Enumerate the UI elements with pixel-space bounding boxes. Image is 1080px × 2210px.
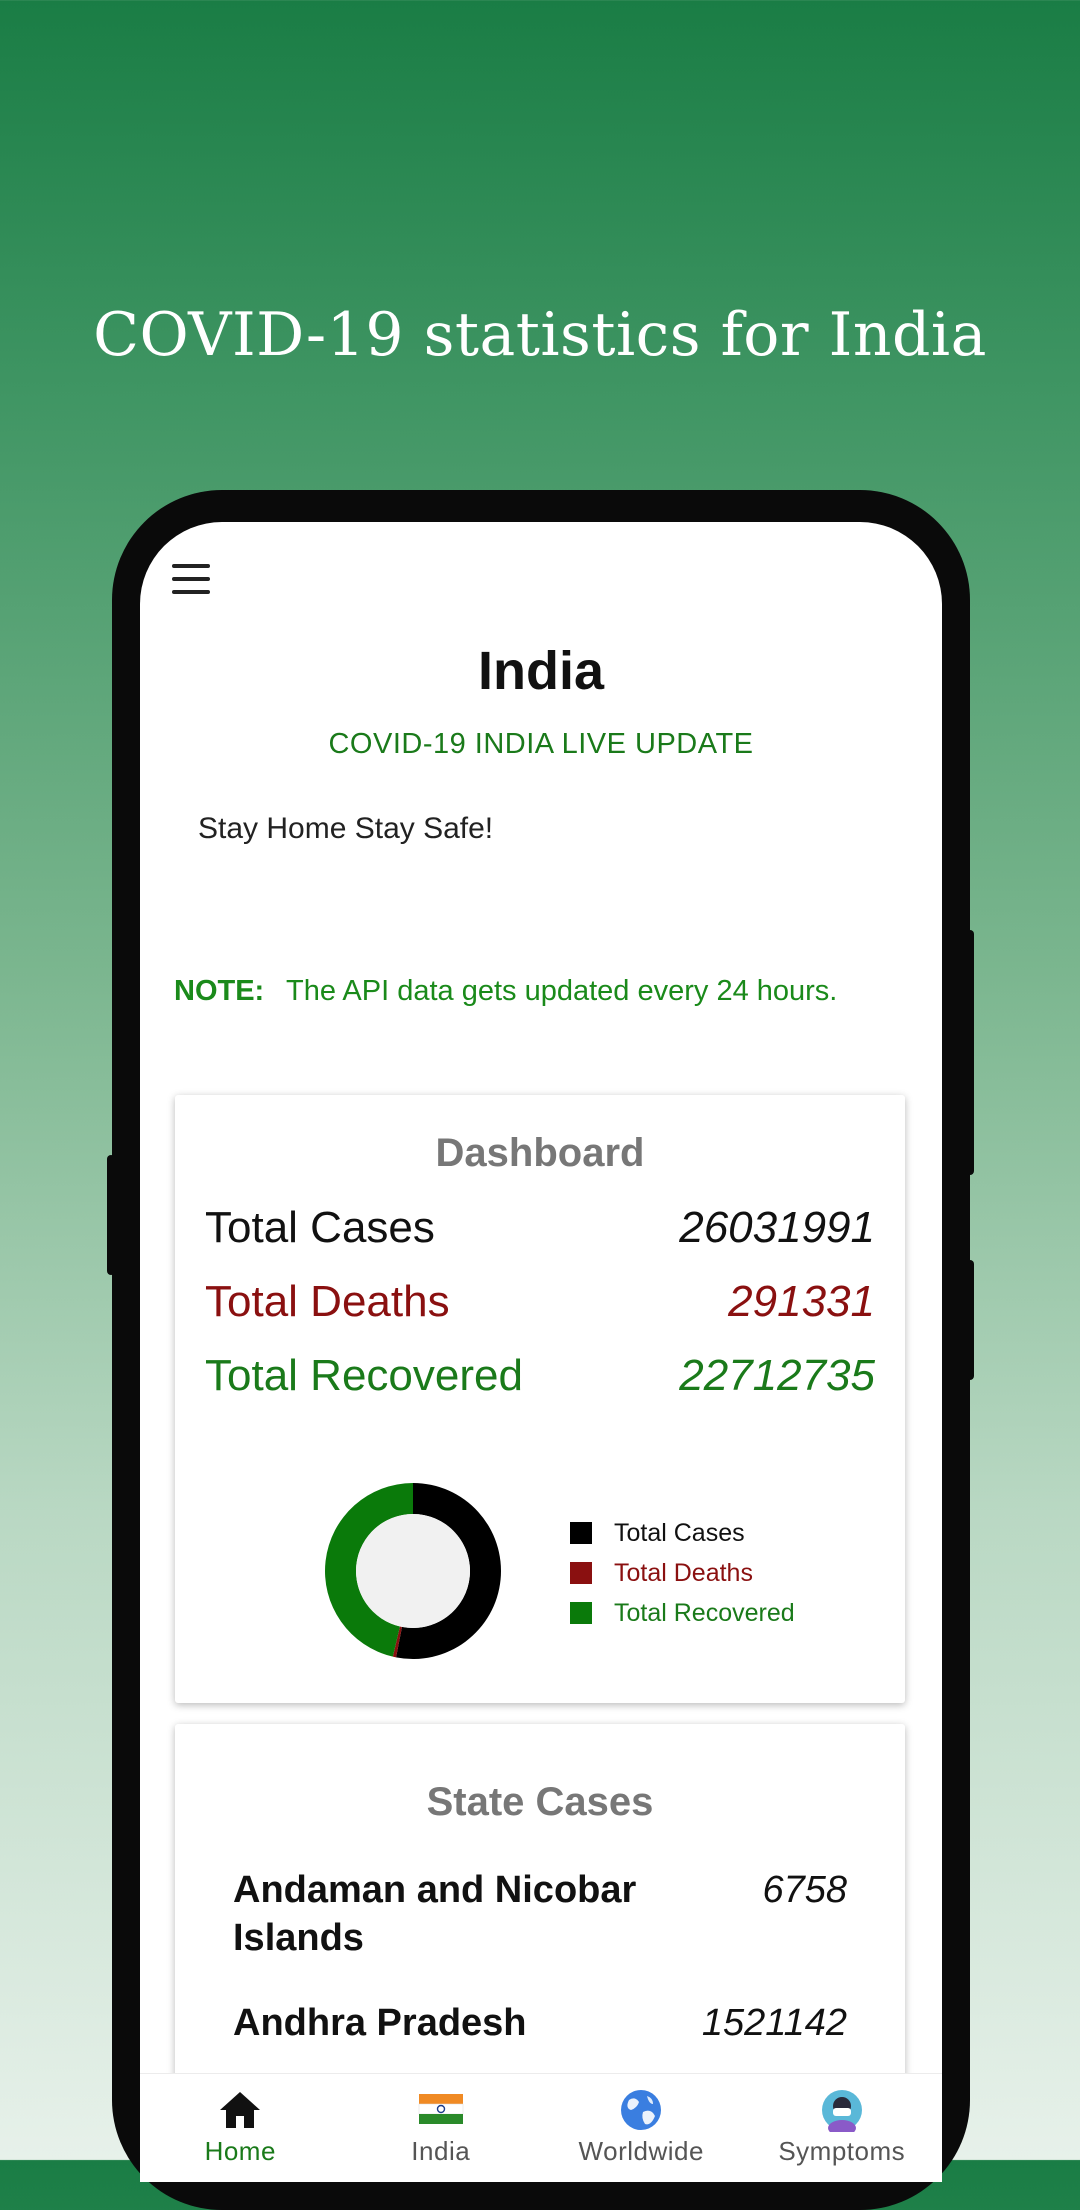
nav-india[interactable]: India — [341, 2074, 542, 2182]
state-row[interactable]: Andaman and Nicobar Islands 6758 — [233, 1866, 847, 1962]
nav-label: India — [411, 2136, 471, 2166]
legend-item-total-recovered: Total Recovered — [570, 1593, 795, 1633]
legend-item-total-deaths: Total Deaths — [570, 1553, 795, 1593]
globe-icon — [621, 2090, 662, 2130]
legend-swatch — [570, 1522, 592, 1544]
stat-value: 22712735 — [679, 1351, 875, 1400]
legend-swatch — [570, 1602, 592, 1624]
note-text: The API data gets updated every 24 hours… — [286, 975, 838, 1007]
nav-label: Symptoms — [778, 2136, 906, 2166]
promo-headline: COVID-19 statistics for India — [93, 300, 987, 370]
stat-value: 26031991 — [679, 1203, 875, 1252]
donut-chart — [324, 1483, 501, 1659]
dashboard-title: Dashboard — [435, 1131, 645, 1175]
home-icon — [220, 2092, 261, 2128]
api-note: NOTE: The API data gets updated every 24… — [174, 966, 894, 1016]
legend-label: Total Recovered — [614, 1598, 795, 1627]
state-name: Andaman and Nicobar Islands — [233, 1869, 637, 1959]
state-value: 6758 — [762, 1869, 847, 1911]
stat-label: Total Deaths — [205, 1277, 450, 1326]
phone-volume-button — [107, 1155, 115, 1275]
stat-row-total-deaths: Total Deaths 291331 — [205, 1277, 875, 1327]
dashboard-card: Dashboard Total Cases 26031991 Total Dea… — [175, 1095, 905, 1703]
nav-symptoms[interactable]: Symptoms — [742, 2074, 943, 2182]
chart-legend: Total Cases Total Deaths Total Recovered — [570, 1513, 795, 1633]
app-screen: India COVID-19 INDIA LIVE UPDATE Stay Ho… — [140, 522, 942, 2182]
phone-power-button — [966, 930, 974, 1175]
note-label: NOTE: — [174, 975, 265, 1007]
slogan-text: Stay Home Stay Safe! — [198, 812, 494, 845]
stat-row-total-cases: Total Cases 26031991 — [205, 1203, 875, 1253]
state-cases-title: State Cases — [426, 1780, 654, 1824]
india-flag-icon — [418, 2094, 463, 2124]
symptoms-icon — [821, 2090, 862, 2132]
stat-label: Total Recovered — [205, 1351, 523, 1400]
nav-home[interactable]: Home — [140, 2074, 341, 2182]
phone-side-button — [966, 1260, 974, 1380]
state-cases-card: State Cases Andaman and Nicobar Islands … — [175, 1724, 905, 2084]
stat-row-total-recovered: Total Recovered 22712735 — [205, 1351, 875, 1401]
bottom-navigation: Home India Worldwide Symptoms — [140, 2073, 942, 2182]
state-name: Andhra Pradesh — [233, 2002, 527, 2044]
legend-item-total-cases: Total Cases — [570, 1513, 795, 1553]
stat-label: Total Cases — [205, 1203, 435, 1252]
state-row[interactable]: Andhra Pradesh 1521142 — [233, 1999, 847, 2047]
nav-label: Home — [204, 2136, 276, 2166]
state-value: 1521142 — [701, 2002, 847, 2044]
nav-label: Worldwide — [578, 2136, 704, 2166]
legend-swatch — [570, 1562, 592, 1584]
hamburger-menu-icon[interactable] — [172, 564, 210, 594]
page-title: India — [477, 641, 604, 701]
donut-hole — [356, 1514, 470, 1628]
legend-label: Total Cases — [614, 1518, 745, 1547]
stat-value: 291331 — [728, 1277, 875, 1326]
nav-worldwide[interactable]: Worldwide — [541, 2074, 742, 2182]
page-subtitle: COVID-19 INDIA LIVE UPDATE — [328, 728, 754, 760]
legend-label: Total Deaths — [614, 1558, 753, 1587]
